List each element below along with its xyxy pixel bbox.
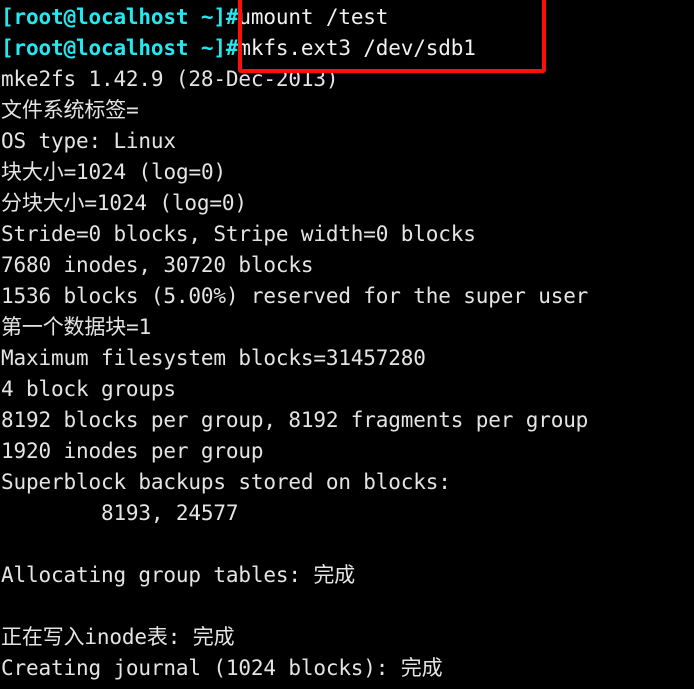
shell-command: umount /test [238,5,389,29]
terminal-text: 1536 blocks (5.00%) reserved for the sup… [1,284,589,308]
shell-command: mkfs.ext3 /dev/sdb1 [238,36,476,60]
terminal-output-line: 正在写入inode表: 完成 [0,622,694,653]
terminal-text: Maximum filesystem blocks=31457280 [1,346,426,370]
terminal-output-line: 第一个数据块=1 [0,312,694,343]
terminal-output-line: Creating journal (1024 blocks): 完成 [0,653,694,684]
terminal-text: =1024 (log=0) [84,191,247,215]
terminal-output-line: mke2fs 1.42.9 (28-Dec-2013) [0,64,694,95]
shell-prompt: [root@localhost ~]# [1,5,239,29]
terminal-text-cjk: 分块大小 [1,191,85,215]
terminal-output-line: 4 block groups [0,374,694,405]
terminal-output-line: 8192 blocks per group, 8192 fragments pe… [0,405,694,436]
terminal-text-cjk: 文件系统标签 [1,98,127,122]
terminal-output: [root@localhost ~]#umount /test [root@loc… [0,2,694,689]
terminal-prompt-line: [root@localhost ~]#mkfs.ext3 /dev/sdb1 [0,33,694,64]
terminal-output-line: 1920 inodes per group [0,436,694,467]
terminal-text-cjk: 正在写入 [1,625,85,649]
terminal-output-line: 文件系统标签= [0,95,694,126]
terminal-text-cjk: 完成 [400,656,443,680]
terminal-text-cjk: 第一个数据块 [1,315,127,339]
terminal-output-line: 1536 blocks (5.00%) reserved for the sup… [0,281,694,312]
terminal-text: Superblock backups stored on blocks: [1,470,451,494]
terminal-text-cjk: 块大小 [1,160,64,184]
terminal-output-line: Stride=0 blocks, Stripe width=0 blocks [0,219,694,250]
terminal-prompt-line: [root@localhost ~]#umount /test [0,2,694,33]
terminal-text: : [167,625,193,649]
terminal-text-cjk: 完成 [313,563,356,587]
terminal-text: Creating journal (1024 blocks): [1,656,401,680]
terminal-text: 7680 inodes, 30720 blocks [1,253,314,277]
terminal-text: mke2fs 1.42.9 (28-Dec-2013) [1,67,339,91]
terminal-output-line: 8193, 24577 [0,498,694,529]
terminal-output-line: Allocating group tables: 完成 [0,560,694,591]
terminal-window[interactable]: [root@localhost ~]#umount /test [root@loc… [0,0,694,689]
terminal-text-cjk: 表 [146,625,168,649]
terminal-output-line: 7680 inodes, 30720 blocks [0,250,694,281]
terminal-text: inode [84,625,147,649]
terminal-text: =1024 (log=0) [63,160,227,184]
terminal-text: 1920 inodes per group [1,439,264,463]
terminal-text: Allocating group tables: [1,563,314,587]
terminal-text: Stride=0 blocks, Stripe width=0 blocks [1,222,476,246]
terminal-text: 8192 blocks per group, 8192 fragments pe… [1,408,589,432]
terminal-text: =1 [126,315,152,339]
terminal-text: 8193, 24577 [1,501,239,525]
terminal-output-line: 块大小=1024 (log=0) [0,157,694,188]
shell-prompt: [root@localhost ~]# [1,36,239,60]
terminal-text: = [126,98,139,122]
terminal-output-line: Maximum filesystem blocks=31457280 [0,343,694,374]
terminal-text: OS type: Linux [1,129,176,153]
terminal-output-line: Superblock backups stored on blocks: [0,467,694,498]
terminal-output-line: Writing superblocks and filesystem accou… [0,684,694,689]
terminal-text: 4 block groups [1,377,176,401]
terminal-output-line: 分块大小=1024 (log=0) [0,188,694,219]
terminal-output-line: OS type: Linux [0,126,694,157]
terminal-text-cjk: 完成 [192,625,235,649]
